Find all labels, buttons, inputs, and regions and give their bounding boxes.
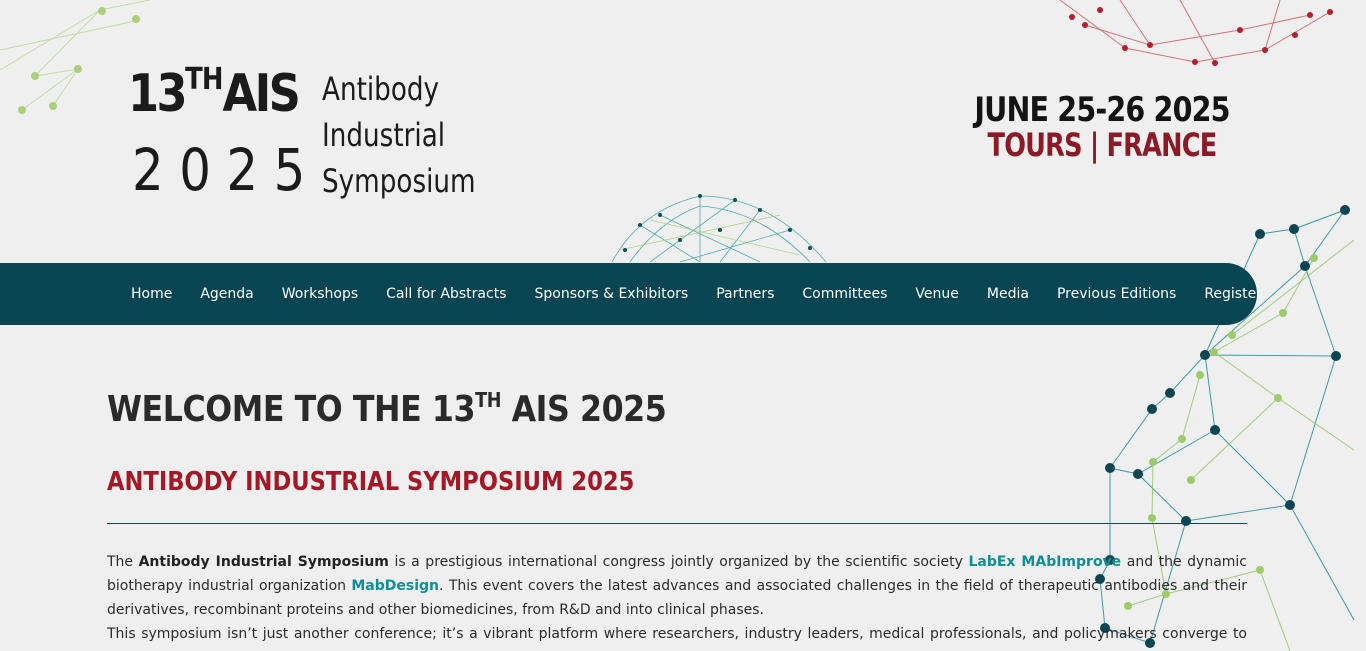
logo-words: Antibody Industrial Symposium bbox=[322, 66, 476, 204]
p1-bold: Antibody Industrial Symposium bbox=[138, 554, 389, 570]
nav-item-agenda[interactable]: Agenda bbox=[186, 286, 267, 302]
title-post: AIS 2025 bbox=[500, 389, 667, 430]
event-date: JUNE 25-26 2025 bbox=[974, 90, 1230, 130]
nav-item-partners[interactable]: Partners bbox=[702, 286, 788, 302]
page-title: WELCOME TO THE 13TH AIS 2025 bbox=[107, 388, 667, 430]
divider bbox=[107, 523, 1247, 524]
logo-year: 2025 bbox=[132, 136, 321, 204]
labex-link[interactable]: LabEx MAbImprove bbox=[968, 554, 1121, 570]
second-paragraph: This symposium isn’t just another confer… bbox=[107, 626, 1247, 651]
event-location: TOURS | FRANCE bbox=[987, 126, 1218, 164]
nav-item-home[interactable]: Home bbox=[117, 286, 186, 302]
logo-number: 13 bbox=[128, 64, 188, 124]
nav-item-venue[interactable]: Venue bbox=[901, 286, 972, 302]
logo-word: Industrial bbox=[322, 116, 446, 154]
ais-logo[interactable]: 13THAIS 2025 Antibody Industrial Symposi… bbox=[128, 62, 488, 204]
nav-item-call-for-abstracts[interactable]: Call for Abstracts bbox=[372, 286, 520, 302]
main-nav: Home Agenda Workshops Call for Abstracts… bbox=[0, 263, 1262, 325]
nav-item-committees[interactable]: Committees bbox=[788, 286, 901, 302]
nav-item-register[interactable]: Register bbox=[1190, 286, 1276, 302]
p1-text: The bbox=[107, 554, 139, 570]
title-pre: WELCOME TO THE 13 bbox=[107, 389, 476, 430]
page-subtitle: ANTIBODY INDUSTRIAL SYMPOSIUM 2025 bbox=[107, 467, 635, 497]
mabdesign-link[interactable]: MabDesign bbox=[351, 578, 439, 594]
logo-number-sup: TH bbox=[185, 62, 223, 97]
title-sup: TH bbox=[475, 388, 501, 412]
nav-item-sponsors-exhibitors[interactable]: Sponsors & Exhibitors bbox=[521, 286, 703, 302]
logo-acronym: AIS bbox=[222, 64, 301, 124]
intro-paragraph: The Antibody Industrial Symposium is a p… bbox=[107, 550, 1247, 622]
nav-item-media[interactable]: Media bbox=[973, 286, 1043, 302]
logo-edition: 13THAIS bbox=[128, 62, 301, 124]
logo-word: Symposium bbox=[322, 162, 476, 200]
nav-item-workshops[interactable]: Workshops bbox=[268, 286, 372, 302]
event-dates: JUNE 25-26 2025 TOURS | FRANCE bbox=[950, 90, 1254, 164]
nav-item-previous-editions[interactable]: Previous Editions bbox=[1043, 286, 1190, 302]
p1-text: is a prestigious international congress … bbox=[388, 554, 969, 570]
logo-word: Antibody bbox=[322, 70, 440, 108]
